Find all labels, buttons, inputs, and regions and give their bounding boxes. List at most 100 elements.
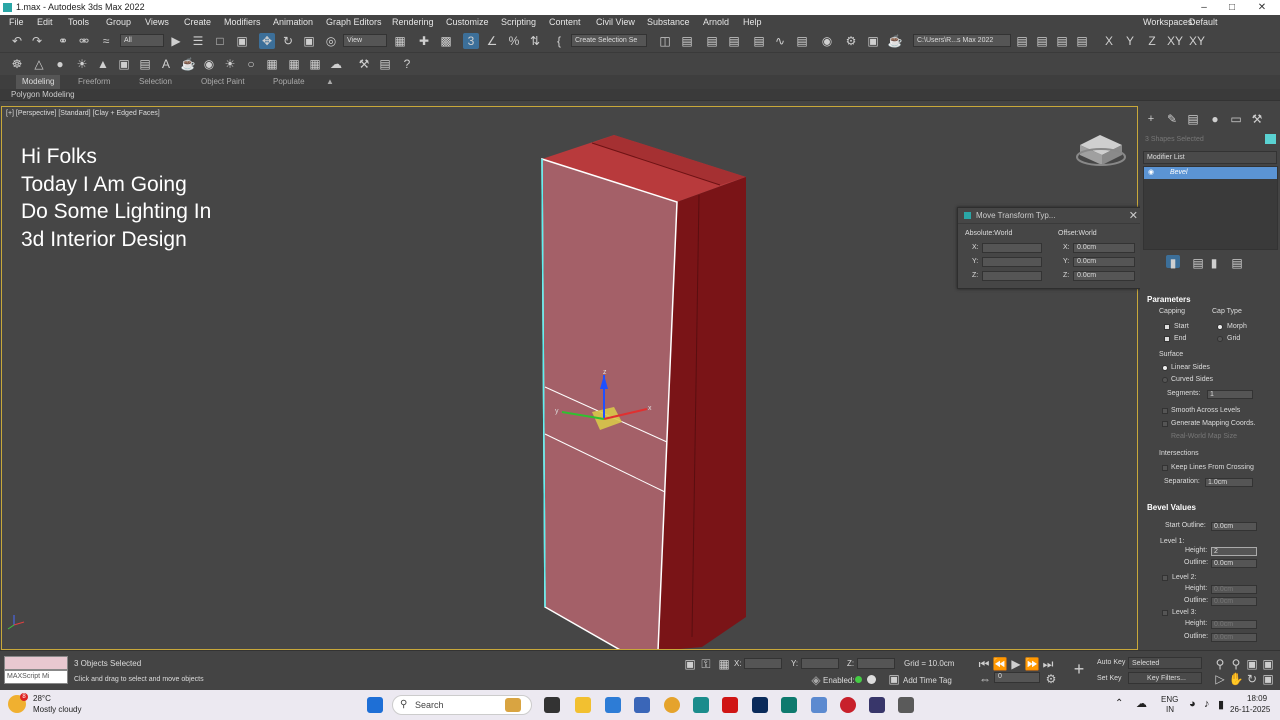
- clock-date[interactable]: 26-11-2025: [1230, 705, 1270, 714]
- curved-sides-radio[interactable]: [1162, 377, 1168, 383]
- axis-x-button[interactable]: X: [1101, 33, 1117, 49]
- abs-z-field[interactable]: [982, 271, 1042, 281]
- menu-edit[interactable]: Edit: [37, 17, 53, 27]
- app-icon-4[interactable]: [869, 697, 885, 713]
- enabled-indicator-icon[interactable]: [855, 676, 862, 683]
- snap-toggle-icon[interactable]: 3: [463, 33, 479, 49]
- project-folder-icon[interactable]: ▤: [1014, 33, 1030, 49]
- add-time-tag[interactable]: Add Time Tag: [903, 676, 952, 685]
- menu-civil-view[interactable]: Civil View: [596, 17, 635, 27]
- schematic-view-icon[interactable]: ▤: [794, 33, 810, 49]
- reference-coord-dropdown[interactable]: View: [343, 34, 387, 47]
- fork-icon[interactable]: ▲: [95, 56, 111, 72]
- select-by-name-icon[interactable]: ☰: [190, 33, 206, 49]
- pin-stack-icon[interactable]: ▮: [1166, 255, 1180, 270]
- menu-group[interactable]: Group: [106, 17, 131, 27]
- next-frame-icon[interactable]: ⏩: [1024, 656, 1040, 672]
- tab-object-paint[interactable]: Object Paint: [201, 77, 245, 86]
- zoom-all-icon[interactable]: ⚲: [1228, 656, 1244, 672]
- manipulate-icon[interactable]: ✚: [416, 33, 432, 49]
- auto-key-button[interactable]: Auto Key: [1097, 659, 1125, 666]
- window-crossing-icon[interactable]: ▣: [234, 33, 250, 49]
- lock-icon[interactable]: ⚿: [698, 656, 714, 672]
- arnold-render-icon[interactable]: ◉: [201, 56, 217, 72]
- abs-y-field[interactable]: [982, 257, 1042, 267]
- named-sets-icon[interactable]: {: [551, 33, 567, 49]
- render-setup-icon[interactable]: ⚙: [843, 33, 859, 49]
- file-explorer-icon[interactable]: [575, 697, 591, 713]
- cap-start-checkbox[interactable]: [1164, 324, 1170, 330]
- tray-chevron-icon[interactable]: ⌃: [1115, 698, 1123, 709]
- render-icon[interactable]: ☕: [887, 33, 903, 49]
- language-2[interactable]: IN: [1166, 705, 1174, 714]
- goto-end-icon[interactable]: ⏭: [1040, 656, 1056, 672]
- project-path-dropdown[interactable]: C:\Users\R...s Max 2022: [913, 34, 1011, 47]
- doc-icon[interactable]: ▤: [377, 56, 393, 72]
- level1-height-spinner[interactable]: 2: [1211, 547, 1257, 556]
- undo-icon[interactable]: ↶: [9, 33, 25, 49]
- open-folder-icon[interactable]: ▤: [1034, 33, 1050, 49]
- axis-xy2-button[interactable]: XY: [1188, 33, 1206, 49]
- eye-icon[interactable]: ◉: [1148, 168, 1154, 176]
- task-view-icon[interactable]: [544, 697, 560, 713]
- adaptive-degrade-icon[interactable]: ◈: [808, 672, 824, 688]
- level2-height-spinner[interactable]: 0.0cm: [1211, 585, 1257, 594]
- menu-animation[interactable]: Animation: [273, 17, 313, 27]
- store-icon[interactable]: [605, 697, 621, 713]
- autocad-icon[interactable]: [722, 697, 738, 713]
- morph-radio[interactable]: [1217, 324, 1223, 330]
- level2-checkbox[interactable]: [1162, 575, 1168, 581]
- app-icon-2[interactable]: [811, 697, 827, 713]
- key-mode-icon[interactable]: ⇔: [977, 671, 993, 687]
- selection-info[interactable]: 3 Shapes Selected: [1145, 136, 1204, 143]
- grid-icon[interactable]: ▦: [307, 56, 323, 72]
- select-rotate-icon[interactable]: ↻: [280, 33, 296, 49]
- axis-y-button[interactable]: Y: [1122, 33, 1138, 49]
- menu-create[interactable]: Create: [184, 17, 211, 27]
- menu-modifiers[interactable]: Modifiers: [224, 17, 261, 27]
- language-1[interactable]: ENG: [1161, 695, 1178, 704]
- volume-icon[interactable]: ♪: [1204, 698, 1210, 710]
- zoom-extents-all-icon[interactable]: ▣: [1260, 656, 1276, 672]
- dialog-header[interactable]: Move Transform Typ... ✕: [958, 208, 1146, 224]
- settings-icon[interactable]: [898, 697, 914, 713]
- off-x-field[interactable]: 0.0cm: [1073, 243, 1135, 253]
- teapot-icon[interactable]: ☕: [180, 56, 196, 72]
- key-selection-dropdown[interactable]: Selected: [1128, 657, 1202, 669]
- app-icon-3[interactable]: [840, 697, 856, 713]
- polygon-modeling-label[interactable]: Polygon Modeling: [11, 90, 75, 99]
- separation-spinner[interactable]: 1.0cm: [1205, 478, 1253, 487]
- configure-modifier-icon[interactable]: ▤: [1229, 255, 1245, 271]
- weather-temp[interactable]: 28°C: [33, 694, 51, 703]
- bevel-values-header[interactable]: Bevel Values: [1147, 503, 1196, 512]
- box2-icon[interactable]: ▦: [286, 56, 302, 72]
- battery-icon[interactable]: ▮: [1218, 698, 1224, 711]
- taskbar-search[interactable]: ⚲ Search: [392, 695, 532, 715]
- rendered-frame-icon[interactable]: ▣: [865, 33, 881, 49]
- time-config-icon[interactable]: ⚙: [1043, 671, 1059, 687]
- zoom-icon[interactable]: ⚲: [1212, 656, 1228, 672]
- hierarchy-tab-icon[interactable]: ▤: [1185, 111, 1201, 127]
- cloud-icon[interactable]: ☁: [328, 56, 344, 72]
- network-icon[interactable]: ☁: [1136, 697, 1147, 710]
- maxscript-listener[interactable]: [4, 656, 68, 670]
- menu-customize[interactable]: Customize: [446, 17, 489, 27]
- display-tab-icon[interactable]: ▭: [1228, 111, 1244, 127]
- perspective-viewport[interactable]: [+] [Perspective] [Standard] [Clay + Edg…: [1, 106, 1138, 650]
- play-icon[interactable]: ▶: [1008, 656, 1024, 672]
- arnold-light-icon[interactable]: ☀: [222, 56, 238, 72]
- modifier-name[interactable]: Bevel: [1170, 169, 1188, 176]
- named-selection-dropdown[interactable]: Create Selection Se: [571, 34, 647, 47]
- maxscript-mini-listener[interactable]: MAXScript Mi: [4, 670, 68, 684]
- prev-frame-icon[interactable]: ⏪: [992, 656, 1008, 672]
- toggle-scene-explorer-icon[interactable]: ▤: [704, 33, 720, 49]
- spinner-snap-icon[interactable]: ⇅: [527, 33, 543, 49]
- gen-mapping-checkbox[interactable]: [1162, 421, 1168, 427]
- set-key-button[interactable]: Set Key: [1097, 675, 1122, 682]
- smooth-across-checkbox[interactable]: [1162, 408, 1168, 414]
- wrench-icon[interactable]: ⚒: [356, 56, 372, 72]
- axis-z-button[interactable]: Z: [1144, 33, 1160, 49]
- goto-start-icon[interactable]: ⏮: [976, 656, 992, 672]
- absolute-mode-icon[interactable]: ▦: [716, 656, 732, 672]
- level2-outline-spinner[interactable]: 0.0cm: [1211, 597, 1257, 606]
